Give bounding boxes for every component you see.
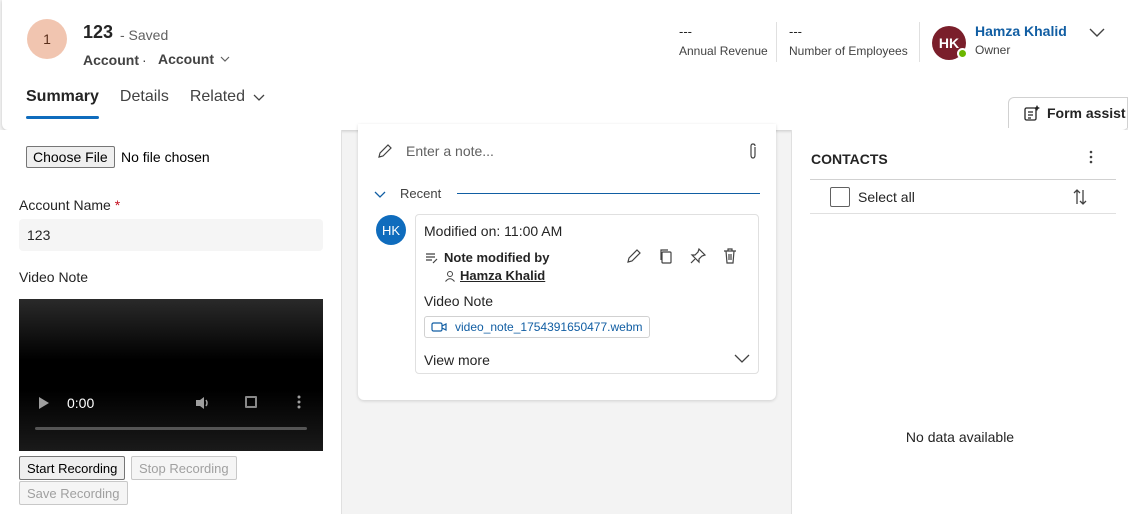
kpi-value: --- <box>789 24 802 39</box>
entity-avatar: 1 <box>27 19 67 59</box>
attachment-filename: video_note_1754391650477.webm <box>455 320 643 334</box>
tab-summary[interactable]: Summary <box>26 88 99 119</box>
divider <box>919 22 920 62</box>
video-progress-track[interactable] <box>35 427 307 430</box>
recent-label: Recent <box>400 186 442 201</box>
timeline-note-card: Modified on: 11:00 AM Note modified by H… <box>415 214 759 374</box>
sort-icon[interactable] <box>1072 188 1088 206</box>
person-icon <box>445 270 455 282</box>
copy-icon[interactable] <box>657 247 675 265</box>
header-expand-chevron-icon[interactable] <box>1087 24 1107 40</box>
attach-icon[interactable] <box>746 142 760 160</box>
choose-file-button[interactable]: Choose File <box>26 146 115 168</box>
form-assist-icon <box>1024 105 1040 121</box>
tab-label: Related <box>189 88 245 105</box>
kpi-annual-revenue: --- Annual Revenue <box>679 24 768 58</box>
form-assist-label: Form assist <box>1047 105 1126 121</box>
recent-section-header[interactable]: Recent <box>374 186 760 201</box>
account-name-label: Account Name * <box>19 197 121 213</box>
tab-details[interactable]: Details <box>120 88 169 119</box>
video-file-icon <box>431 322 447 332</box>
divider <box>457 193 760 194</box>
edit-icon[interactable] <box>625 247 643 265</box>
volume-icon[interactable] <box>194 395 212 411</box>
form-selector[interactable]: Account <box>158 51 230 67</box>
kpi-label: Number of Employees <box>789 44 908 58</box>
contacts-title: CONTACTS <box>811 151 888 167</box>
entity-type-label: Account <box>83 52 139 68</box>
grid-header: Select all <box>810 179 1116 214</box>
select-all-label: Select all <box>858 188 915 205</box>
tab-related[interactable]: Related <box>190 88 265 119</box>
pencil-icon <box>378 144 392 158</box>
owner-role: Owner <box>975 43 1011 57</box>
more-options-icon[interactable] <box>297 395 301 409</box>
modified-on-text: Modified on: 11:00 AM <box>424 223 563 239</box>
contacts-subgrid: CONTACTS Select all No data available <box>791 130 1128 514</box>
play-icon[interactable] <box>39 397 49 409</box>
attachment-chip[interactable]: video_note_1754391650477.webm <box>424 316 650 338</box>
chevron-down-icon <box>220 56 230 62</box>
chevron-down-icon <box>253 94 265 101</box>
note-author-name[interactable]: Hamza Khalid <box>460 268 545 283</box>
summary-left-column: Choose File No file chosen Account Name … <box>0 130 342 514</box>
note-author-avatar: HK <box>376 215 406 245</box>
note-placeholder: Enter a note... <box>406 143 494 159</box>
account-name-input[interactable]: 123 <box>19 219 323 251</box>
note-actions <box>625 247 739 265</box>
save-recording-button[interactable]: Save Recording <box>19 481 128 505</box>
form-assist-button[interactable]: Form assist <box>1008 97 1128 128</box>
view-more-link[interactable]: View more <box>424 352 490 368</box>
middle-column-background <box>342 400 791 514</box>
owner-name-link[interactable]: Hamza Khalid <box>975 23 1067 39</box>
divider <box>776 22 777 62</box>
video-note-label: Video Note <box>19 269 89 285</box>
kpi-number-of-employees: --- Number of Employees <box>789 24 908 58</box>
chevron-down-icon[interactable] <box>734 352 750 364</box>
video-time: 0:00 <box>67 395 95 411</box>
delete-icon[interactable] <box>721 247 739 265</box>
record-header: 1 123 - Saved Account · Account --- Annu… <box>2 0 1128 130</box>
record-title: 123 <box>83 22 114 42</box>
kpi-label: Annual Revenue <box>679 44 768 58</box>
fullscreen-icon[interactable] <box>245 396 257 408</box>
note-title: Note modified by <box>424 250 549 265</box>
tab-list: Summary Details Related <box>26 88 265 119</box>
note-author[interactable]: Hamza Khalid <box>444 268 545 283</box>
more-options-icon[interactable] <box>1088 150 1094 164</box>
required-marker: * <box>114 197 121 213</box>
separator-dot: · <box>142 52 147 68</box>
chevron-down-icon <box>374 191 386 198</box>
tab-label: Details <box>119 88 169 105</box>
pin-icon[interactable] <box>689 247 707 265</box>
form-selector-label: Account <box>158 51 214 67</box>
no-file-text: No file chosen <box>121 149 210 165</box>
tab-label: Summary <box>26 88 99 105</box>
note-input[interactable]: Enter a note... <box>376 138 760 164</box>
empty-state-text: No data available <box>905 429 1015 445</box>
kpi-value: --- <box>679 24 692 39</box>
note-subject: Video Note <box>424 293 494 309</box>
timeline-card: Enter a note... Recent HK Modified on: 1… <box>358 124 776 400</box>
stop-recording-button[interactable]: Stop Recording <box>131 456 237 480</box>
start-recording-button[interactable]: Start Recording <box>19 456 126 480</box>
video-player[interactable]: 0:00 <box>19 299 323 451</box>
presence-badge <box>957 48 968 59</box>
select-all-checkbox[interactable] <box>830 186 850 207</box>
note-icon <box>426 252 438 263</box>
saved-status: - Saved <box>120 27 169 43</box>
